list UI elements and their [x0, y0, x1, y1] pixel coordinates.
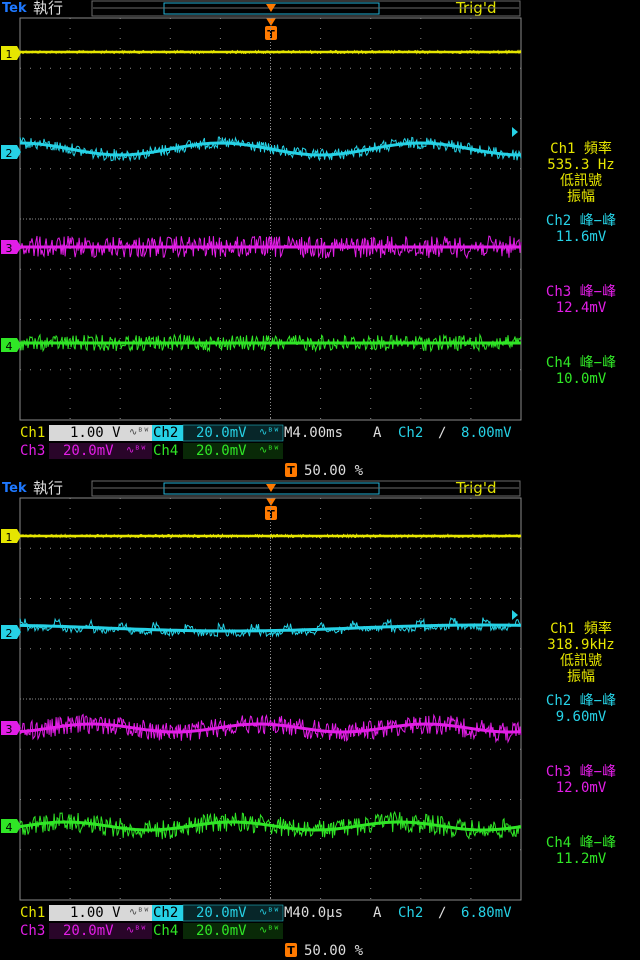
ch1-amplitude-note: 振幅 — [567, 669, 595, 685]
ch3-marker: 3 — [1, 721, 21, 736]
ch3-footer-scale: 20.0mV — [63, 923, 114, 939]
ch2-bandwidth-icon: ∿ᴮᵂ — [259, 907, 280, 918]
trigger-slope-icon: ∕ — [438, 425, 447, 441]
ch3-pk-pk-value: 12.4mV — [555, 300, 607, 316]
ch2-marker: 2 — [1, 625, 21, 640]
waveform-traces — [19, 533, 522, 840]
ch3-marker: 3 — [1, 240, 21, 255]
trigger-level-readout: 8.00mV — [461, 425, 512, 441]
ch1-marker: 1 — [1, 529, 21, 544]
ch4-marker: 4 — [1, 819, 21, 834]
trigger-mode: A — [373, 425, 382, 441]
ch3-pk-pk-value: 12.0mV — [555, 780, 607, 796]
ch1-frequency-title: Ch1 頻率 — [550, 141, 612, 157]
svg-text:3: 3 — [6, 242, 13, 255]
ch4-pk-pk-value: 10.0mV — [555, 371, 607, 387]
timebase-readout: M40.0μs — [284, 905, 344, 921]
ch1-footer-scale: 1.00 V — [70, 425, 121, 441]
ch1-footer-scale: 1.00 V — [70, 905, 121, 921]
ch1-low-signal-note: 低訊號 — [560, 653, 602, 669]
ch1-frequency-title: Ch1 頻率 — [550, 621, 612, 637]
timebase-readout: M4.00ms — [284, 425, 344, 441]
ch4-footer-label: Ch4 — [153, 443, 179, 459]
ch2-footer-label: Ch2 — [153, 905, 179, 921]
svg-text:4: 4 — [6, 340, 13, 353]
ch1-bandwidth-icon: ∿ᴮᵂ — [129, 427, 150, 438]
ch4-footer-scale: 20.0mV — [196, 923, 247, 939]
trigger-position-readout: 50.00 % — [304, 463, 364, 479]
ch4-pk-pk-value: 11.2mV — [555, 851, 607, 867]
ch4-footer-scale: 20.0mV — [196, 443, 247, 459]
trigger-marker-label: T — [267, 28, 275, 41]
ch4-bandwidth-icon: ∿ᴮᵂ — [259, 925, 280, 936]
trigger-marker-label: T — [267, 508, 275, 521]
trigger-level-readout: 6.80mV — [461, 905, 512, 921]
ch1-low-signal-note: 低訊號 — [560, 173, 602, 189]
ch1-frequency-value: 318.9kHz — [547, 637, 615, 653]
ch3-footer-label: Ch3 — [20, 923, 46, 939]
ch3-footer-label: Ch3 — [20, 443, 46, 459]
ch3-footer-scale: 20.0mV — [63, 443, 114, 459]
svg-text:T: T — [287, 464, 295, 477]
trigger-source: Ch2 — [398, 905, 424, 921]
ch2-marker: 2 — [1, 145, 21, 160]
trigger-mode: A — [373, 905, 382, 921]
ch1-footer-label: Ch1 — [20, 425, 46, 441]
ch2-bandwidth-icon: ∿ᴮᵂ — [259, 427, 280, 438]
ch2-footer-scale: 20.0mV — [196, 905, 247, 921]
ch2-pk-pk-title: Ch2 峰−峰 — [545, 693, 617, 709]
ch1-footer-label: Ch1 — [20, 905, 46, 921]
ch4-footer-label: Ch4 — [153, 923, 179, 939]
ch3-bandwidth-icon: ∿ᴮᵂ — [126, 925, 147, 936]
svg-text:2: 2 — [6, 147, 13, 160]
ch3-pk-pk-title: Ch3 峰−峰 — [545, 764, 617, 780]
graticule — [19, 497, 522, 901]
ch4-marker: 4 — [1, 338, 21, 353]
ch1-frequency-value: 535.3 Hz — [547, 157, 615, 173]
ch2-footer-label: Ch2 — [153, 425, 179, 441]
svg-text:T: T — [287, 944, 295, 957]
svg-text:4: 4 — [6, 821, 13, 834]
ch2-pk-pk-title: Ch2 峰−峰 — [545, 213, 617, 229]
scope-screen-top: Tek 執行 Trig'd T 1 2 3 4 T Ch1 頻率 535.3 H… — [0, 0, 640, 480]
svg-text:1: 1 — [6, 48, 13, 61]
ch1-marker: 1 — [1, 46, 21, 61]
ch4-pk-pk-title: Ch4 峰−峰 — [545, 355, 617, 371]
scope-screen-bottom: Tek 執行 Trig'd T 1 2 3 4 T Ch1 頻率 318.9kH… — [0, 480, 640, 960]
trigger-source: Ch2 — [398, 425, 424, 441]
svg-text:3: 3 — [6, 723, 13, 736]
ch3-pk-pk-title: Ch3 峰−峰 — [545, 284, 617, 300]
ch2-pk-pk-value: 9.60mV — [555, 709, 607, 725]
ch2-pk-pk-value: 11.6mV — [555, 229, 607, 245]
ch4-bandwidth-icon: ∿ᴮᵂ — [259, 445, 280, 456]
ch4-pk-pk-title: Ch4 峰−峰 — [545, 835, 617, 851]
ch1-bandwidth-icon: ∿ᴮᵂ — [129, 907, 150, 918]
ch1-amplitude-note: 振幅 — [567, 189, 595, 205]
graticule — [19, 17, 522, 421]
trigger-position-readout: 50.00 % — [304, 943, 364, 959]
ch2-footer-scale: 20.0mV — [196, 425, 247, 441]
svg-text:2: 2 — [6, 627, 13, 640]
trigger-level-arrow — [512, 610, 518, 620]
ch3-bandwidth-icon: ∿ᴮᵂ — [126, 445, 147, 456]
trigger-slope-icon: ∕ — [438, 905, 447, 921]
waveform-traces — [19, 49, 522, 353]
svg-text:1: 1 — [6, 531, 13, 544]
trigger-level-arrow — [512, 127, 518, 137]
